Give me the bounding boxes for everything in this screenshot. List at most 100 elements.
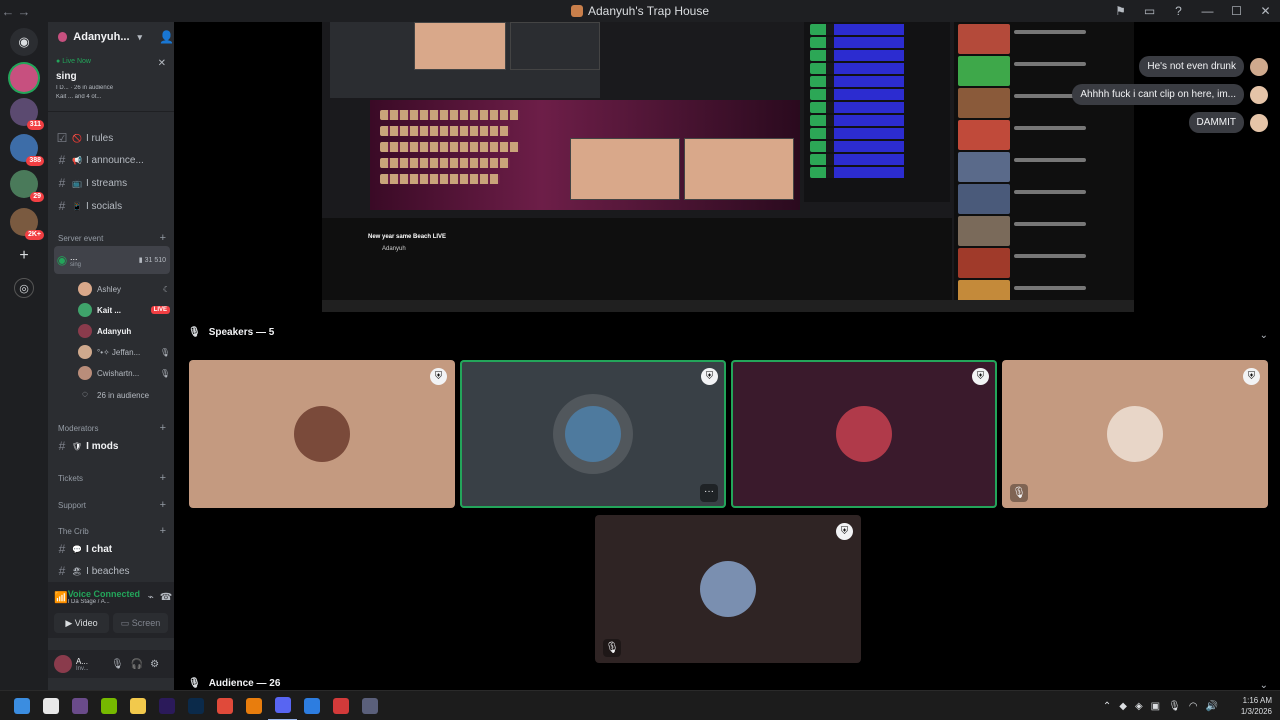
chrome-icon-glyph bbox=[216, 697, 233, 714]
file-explorer-icon[interactable] bbox=[123, 691, 152, 720]
channel-chat[interactable]: # 💬 I chat bbox=[54, 539, 170, 559]
guild-name: Adanyuh... bbox=[73, 31, 130, 43]
speaker-tile[interactable]: ⛨ 🎙 bbox=[1002, 360, 1268, 508]
channel-beaches[interactable]: # 🏖 I beaches bbox=[54, 561, 170, 581]
moon-icon: ☾ bbox=[162, 284, 170, 294]
add-channel-icon[interactable]: + bbox=[160, 499, 166, 511]
help-icon[interactable]: ? bbox=[1164, 4, 1193, 18]
minimize-icon[interactable]: — bbox=[1193, 4, 1222, 18]
photoshop-icon[interactable] bbox=[181, 691, 210, 720]
stream-video-title: New year same Beach LIVE bbox=[368, 234, 447, 240]
gear-icon[interactable]: ⚙ bbox=[150, 659, 159, 670]
avatar bbox=[78, 303, 92, 317]
chrome-icon[interactable] bbox=[210, 691, 239, 720]
windows-start-icon[interactable] bbox=[7, 691, 36, 720]
avatar bbox=[836, 406, 892, 462]
voice-user[interactable]: °•✧ Jeffan... 🎙 bbox=[78, 343, 170, 361]
screen-share-stream[interactable]: New year same Beach LIVE Adanyuh bbox=[322, 22, 1134, 312]
add-channel-icon[interactable]: + bbox=[160, 232, 166, 244]
tray-app-icon[interactable]: ◆ bbox=[1119, 701, 1127, 712]
add-channel-icon[interactable]: + bbox=[160, 525, 166, 537]
server-icon-active[interactable] bbox=[10, 64, 38, 92]
tray-app-icon[interactable]: ◈ bbox=[1135, 701, 1143, 712]
chat-bubble: Ahhhh fuck i cant clip on here, im... bbox=[1072, 84, 1268, 105]
server-icon[interactable]: 388 bbox=[10, 134, 44, 166]
discover-icon[interactable]: ◎ bbox=[14, 278, 34, 298]
video-button[interactable]: ▶ Video bbox=[54, 613, 109, 633]
recorder-icon[interactable] bbox=[326, 691, 355, 720]
headphones-icon[interactable]: 🎧 bbox=[131, 659, 143, 670]
clock[interactable]: 1:16 AM 1/3/2026 bbox=[1226, 695, 1272, 717]
add-server-icon[interactable]: + bbox=[14, 246, 34, 266]
category-server-event[interactable]: Server event + bbox=[58, 232, 166, 244]
add-channel-icon[interactable]: + bbox=[160, 422, 166, 434]
stream-tile bbox=[510, 22, 600, 70]
channel-socials[interactable]: # 📱 I socials bbox=[54, 196, 170, 216]
server-icon[interactable]: 2K+ bbox=[10, 208, 44, 240]
channel-announcements[interactable]: # 📢 I announce... bbox=[54, 150, 170, 170]
close-icon[interactable]: ✕ bbox=[1251, 4, 1280, 18]
wifi-icon[interactable]: ◠ bbox=[1189, 701, 1198, 712]
voice-user[interactable]: Cwishartn... 🎙 bbox=[78, 364, 170, 382]
pin-icon[interactable]: ⚑ bbox=[1106, 4, 1135, 18]
moderator-shield-icon: ⛨ bbox=[836, 523, 853, 540]
inbox-icon[interactable]: ▭ bbox=[1135, 4, 1164, 18]
voice-user[interactable]: Ashley ☾ bbox=[78, 280, 170, 298]
add-channel-icon[interactable]: + bbox=[160, 472, 166, 484]
user-name[interactable]: A... Inv... bbox=[76, 657, 104, 672]
channel-mods[interactable]: # 🛡 I mods bbox=[54, 436, 170, 456]
maximize-icon[interactable]: ☐ bbox=[1222, 4, 1251, 18]
chevron-up-icon[interactable]: ⌃ bbox=[1103, 701, 1111, 712]
category-moderators[interactable]: Moderators + bbox=[58, 422, 166, 434]
screen-icon: ▭ bbox=[120, 617, 130, 628]
voice-user[interactable]: Adanyuh bbox=[78, 322, 170, 340]
category-the-crib[interactable]: The Crib + bbox=[58, 525, 166, 537]
hash-icon: # bbox=[58, 176, 66, 190]
server-icon bbox=[570, 5, 583, 17]
chevron-down-icon[interactable]: ⌄ bbox=[1260, 330, 1268, 341]
microphone-icon[interactable]: 🎙 bbox=[111, 659, 124, 670]
tray-app-icon[interactable]: ▣ bbox=[1151, 701, 1160, 712]
discord-home-icon[interactable]: ◉ bbox=[10, 28, 38, 56]
live-now-card[interactable]: ● Live Now ✕ sing I D... · 26 in audience… bbox=[48, 52, 174, 112]
speaker-tile[interactable]: ⛨ 🎙 bbox=[595, 515, 861, 663]
speech-bubble-icon: 💬 bbox=[72, 544, 82, 554]
microphone-icon[interactable]: 🎙 bbox=[1168, 701, 1181, 712]
invite-user-icon[interactable]: 👤 bbox=[159, 30, 174, 44]
premiere-pro-icon[interactable] bbox=[152, 691, 181, 720]
channel-rules[interactable]: ☑ 🚫 I rules bbox=[54, 128, 170, 148]
guild-header[interactable]: Adanyuh... ▾ 👤 bbox=[48, 22, 174, 52]
close-icon[interactable]: ✕ bbox=[158, 58, 166, 69]
signal-icon[interactable]: 📶 bbox=[54, 591, 68, 604]
channel-streams[interactable]: # 📺 I streams bbox=[54, 173, 170, 193]
photo-editor-icon[interactable] bbox=[65, 691, 94, 720]
forward-arrow-icon[interactable]: → bbox=[16, 4, 32, 19]
server-icon[interactable]: 311 bbox=[10, 98, 44, 130]
app-gray-icon[interactable] bbox=[355, 691, 384, 720]
file-icon[interactable] bbox=[36, 691, 65, 720]
voice-user[interactable]: Kait ... LIVE bbox=[78, 301, 170, 319]
speaker-tile[interactable]: ⛨ ··· bbox=[460, 360, 726, 508]
audience-count[interactable]: ◌ 26 in audience bbox=[78, 386, 170, 404]
server-icon[interactable]: 29 bbox=[10, 170, 44, 202]
stage-channel[interactable]: ◉ ... sing ▮ 31 510 bbox=[54, 246, 170, 274]
screen-share-button[interactable]: ▭ Screen bbox=[113, 613, 168, 633]
avatar bbox=[78, 345, 92, 359]
audience-header: 🎙 Audience — 26 bbox=[188, 678, 281, 689]
discord-icon[interactable] bbox=[268, 691, 297, 720]
disconnect-icon[interactable]: ☎ bbox=[160, 592, 172, 603]
category-tickets[interactable]: Tickets + bbox=[58, 472, 166, 484]
category-support[interactable]: Support + bbox=[58, 499, 166, 511]
speaker-tile[interactable]: ⛨ bbox=[189, 360, 455, 508]
volume-icon[interactable]: 🔊 bbox=[1206, 701, 1218, 712]
noise-suppression-icon[interactable]: ⌁ bbox=[148, 592, 154, 603]
app-blue-icon[interactable] bbox=[297, 691, 326, 720]
blender-icon[interactable] bbox=[239, 691, 268, 720]
back-arrow-icon[interactable]: ← bbox=[0, 4, 16, 19]
more-options-icon[interactable]: ··· bbox=[700, 484, 718, 502]
speaker-tile[interactable]: ⛨ bbox=[731, 360, 997, 508]
avatar bbox=[700, 561, 756, 617]
avatar[interactable] bbox=[54, 655, 72, 673]
voice-location[interactable]: I Da Stage / A... bbox=[68, 599, 142, 605]
nvidia-icon[interactable] bbox=[94, 691, 123, 720]
